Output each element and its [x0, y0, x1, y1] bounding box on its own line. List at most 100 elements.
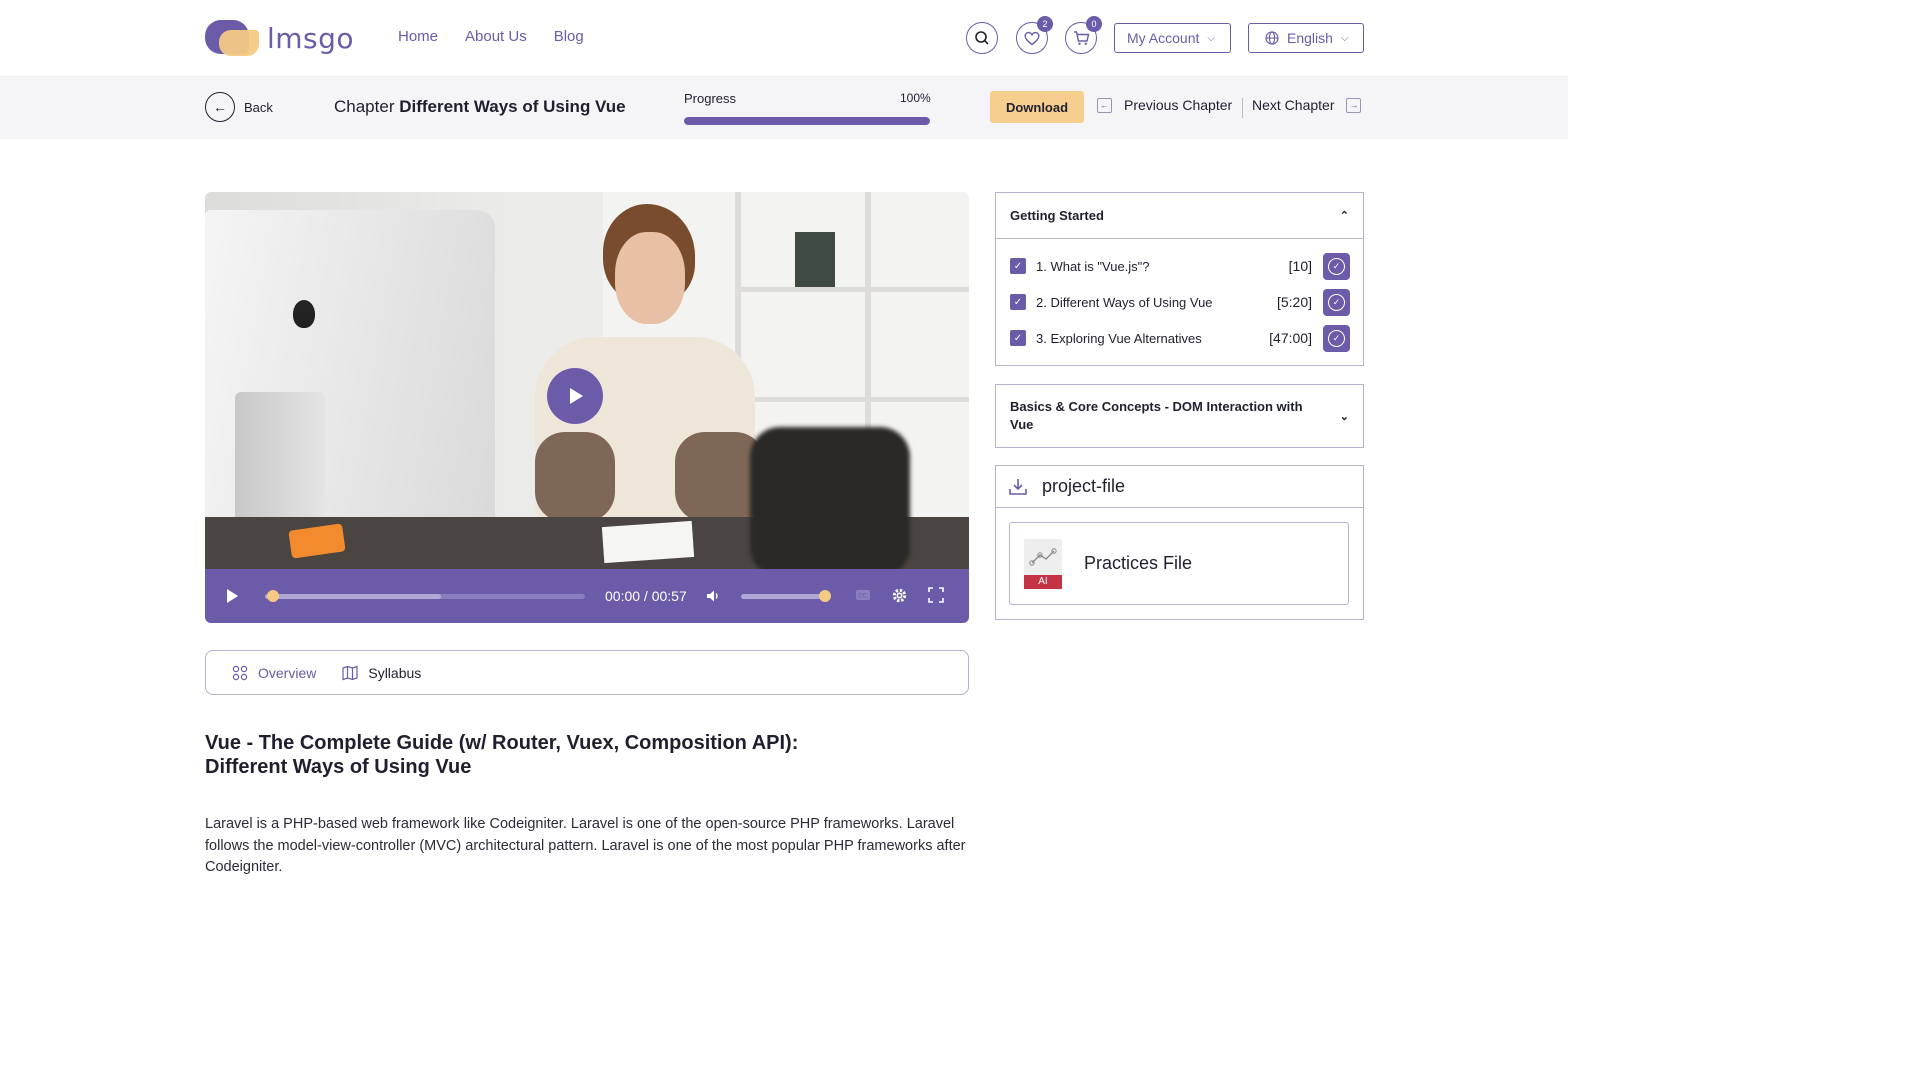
tab-syllabus[interactable]: Syllabus	[342, 665, 421, 681]
apple-logo-icon	[293, 300, 315, 328]
previous-chapter-button[interactable]: ← Previous Chapter	[1097, 97, 1232, 113]
back-button[interactable]: ← Back	[205, 92, 273, 122]
chapter-title: Chapter Different Ways of Using Vue	[334, 97, 626, 117]
chevron-down-icon: ⌵	[1207, 32, 1215, 44]
course-title: Vue - The Complete Guide (w/ Router, Vue…	[205, 731, 905, 779]
accordion-basics-core-concepts: Basics & Core Concepts - DOM Interaction…	[995, 384, 1364, 448]
arrow-left-icon: ←	[205, 92, 235, 122]
captions-icon: CC	[856, 590, 870, 600]
completed-icon: ✓	[1323, 324, 1350, 352]
nav-about-us[interactable]: About Us	[465, 28, 527, 45]
lesson-item[interactable]: ✓ 1. What is "Vue.js"? [10] ✓	[1010, 252, 1350, 280]
chevron-down-icon: ⌵	[1340, 32, 1349, 44]
checkbox-checked-icon[interactable]: ✓	[1010, 258, 1026, 274]
checkbox-checked-icon[interactable]: ✓	[1010, 294, 1026, 310]
fullscreen-button[interactable]	[928, 587, 944, 608]
accordion-getting-started: Getting Started ⌃ ✓ 1. What is "Vue.js"?…	[995, 192, 1364, 366]
ai-file-icon: AI	[1024, 538, 1062, 589]
grid-icon	[232, 665, 248, 680]
fullscreen-icon	[928, 587, 944, 603]
file-type-badge: AI	[1024, 574, 1062, 589]
captions-button[interactable]: CC	[855, 588, 871, 607]
lesson-item[interactable]: ✓ 2. Different Ways of Using Vue [5:20] …	[1010, 288, 1350, 316]
cart-icon	[1073, 31, 1089, 45]
file-name: Practices File	[1084, 553, 1193, 573]
site-logo[interactable]: lmsgo	[205, 18, 354, 58]
volume-slider[interactable]	[741, 590, 831, 602]
map-icon	[342, 665, 358, 680]
chevron-down-icon: ⌄	[1339, 410, 1349, 423]
course-description: Laravel is a PHP-based web framework lik…	[205, 816, 966, 875]
language-label: English	[1287, 30, 1333, 46]
lesson-label: 3. Exploring Vue Alternatives	[1036, 330, 1202, 346]
completed-icon: ✓	[1323, 252, 1350, 280]
chapter-bar: ← Back Chapter Different Ways of Using V…	[0, 77, 1568, 139]
volume-handle[interactable]	[819, 590, 831, 602]
lesson-duration: [10]	[1288, 258, 1312, 274]
file-card[interactable]: AI Practices File	[1009, 522, 1349, 605]
accordion-title: Getting Started	[1010, 208, 1104, 223]
main-nav: Home About Us Blog	[398, 28, 584, 45]
wishlist-button[interactable]: 2	[1016, 16, 1053, 54]
download-button[interactable]: Download	[990, 91, 1084, 123]
project-files-header: project-file	[996, 466, 1363, 508]
nav-home[interactable]: Home	[398, 28, 438, 45]
lesson-label: 1. What is "Vue.js"?	[1036, 258, 1150, 274]
download-icon	[1009, 478, 1027, 495]
seek-bar[interactable]	[265, 590, 585, 602]
lesson-duration: [5:20]	[1276, 294, 1312, 310]
gear-icon	[892, 588, 907, 603]
language-dropdown[interactable]: English ⌵	[1248, 23, 1364, 53]
completed-icon: ✓	[1323, 288, 1350, 316]
play-overlay-button[interactable]	[547, 368, 603, 424]
my-account-label: My Account	[1127, 30, 1200, 46]
project-files-title: project-file	[1042, 476, 1126, 496]
time-display: 00:00 / 00:57	[605, 588, 687, 604]
nav-blog[interactable]: Blog	[554, 28, 584, 45]
cart-button[interactable]: 0	[1065, 16, 1102, 54]
course-title-line1: Vue - The Complete Guide (w/ Router, Vue…	[205, 732, 799, 754]
checkbox-checked-icon[interactable]: ✓	[1010, 330, 1026, 346]
next-chapter-label: Next Chapter	[1252, 97, 1335, 113]
wishlist-count-badge: 2	[1037, 16, 1053, 32]
chapter-prefix: Chapter	[334, 97, 395, 116]
progress-bar-fill	[684, 117, 930, 125]
project-files-panel: project-file AI Practices File	[995, 465, 1364, 620]
lesson-duration: [47:00]	[1269, 330, 1312, 346]
lesson-item[interactable]: ✓ 3. Exploring Vue Alternatives [47:00] …	[1010, 324, 1350, 352]
progress-label: Progress	[684, 91, 737, 106]
settings-button[interactable]	[891, 587, 908, 609]
course-title-line2: Different Ways of Using Vue	[205, 756, 472, 778]
my-account-dropdown[interactable]: My Account ⌵	[1114, 23, 1231, 53]
play-icon	[570, 388, 583, 404]
tab-syllabus-label: Syllabus	[368, 664, 422, 681]
play-icon	[227, 589, 238, 603]
video-player[interactable]: 00:00 / 00:57 CC	[205, 192, 969, 623]
chapter-name: Different Ways of Using Vue	[399, 97, 626, 116]
logo-text: lmsgo	[267, 21, 355, 55]
accordion-header-basics[interactable]: Basics & Core Concepts - DOM Interaction…	[996, 385, 1363, 447]
search-button[interactable]	[966, 22, 998, 54]
lesson-label: 2. Different Ways of Using Vue	[1036, 294, 1213, 310]
progress-percent: 100%	[900, 91, 931, 105]
volume-icon	[707, 590, 718, 602]
chapter-nav-divider	[1242, 98, 1243, 118]
seek-buffered	[265, 594, 441, 599]
mute-button[interactable]	[705, 588, 721, 609]
heart-icon	[1024, 31, 1040, 45]
top-header: lmsgo Home About Us Blog 2 0 My Account …	[0, 0, 1568, 77]
accordion-title: Basics & Core Concepts - DOM Interaction…	[1010, 399, 1303, 432]
previous-chapter-label: Previous Chapter	[1124, 97, 1233, 113]
next-chapter-icon: →	[1346, 97, 1362, 113]
progress-bar	[684, 117, 930, 125]
cart-count-badge: 0	[1086, 16, 1102, 32]
seek-handle[interactable]	[267, 590, 279, 602]
accordion-header-getting-started[interactable]: Getting Started ⌃	[996, 193, 1363, 239]
play-button[interactable]	[225, 588, 239, 609]
previous-chapter-icon: ←	[1097, 97, 1112, 113]
tab-overview[interactable]: Overview	[232, 665, 316, 681]
next-chapter-button[interactable]: Next Chapter →	[1252, 97, 1362, 113]
search-icon	[975, 31, 989, 45]
logo-mark-icon	[205, 18, 261, 58]
player-controls: 00:00 / 00:57 CC	[205, 569, 969, 623]
